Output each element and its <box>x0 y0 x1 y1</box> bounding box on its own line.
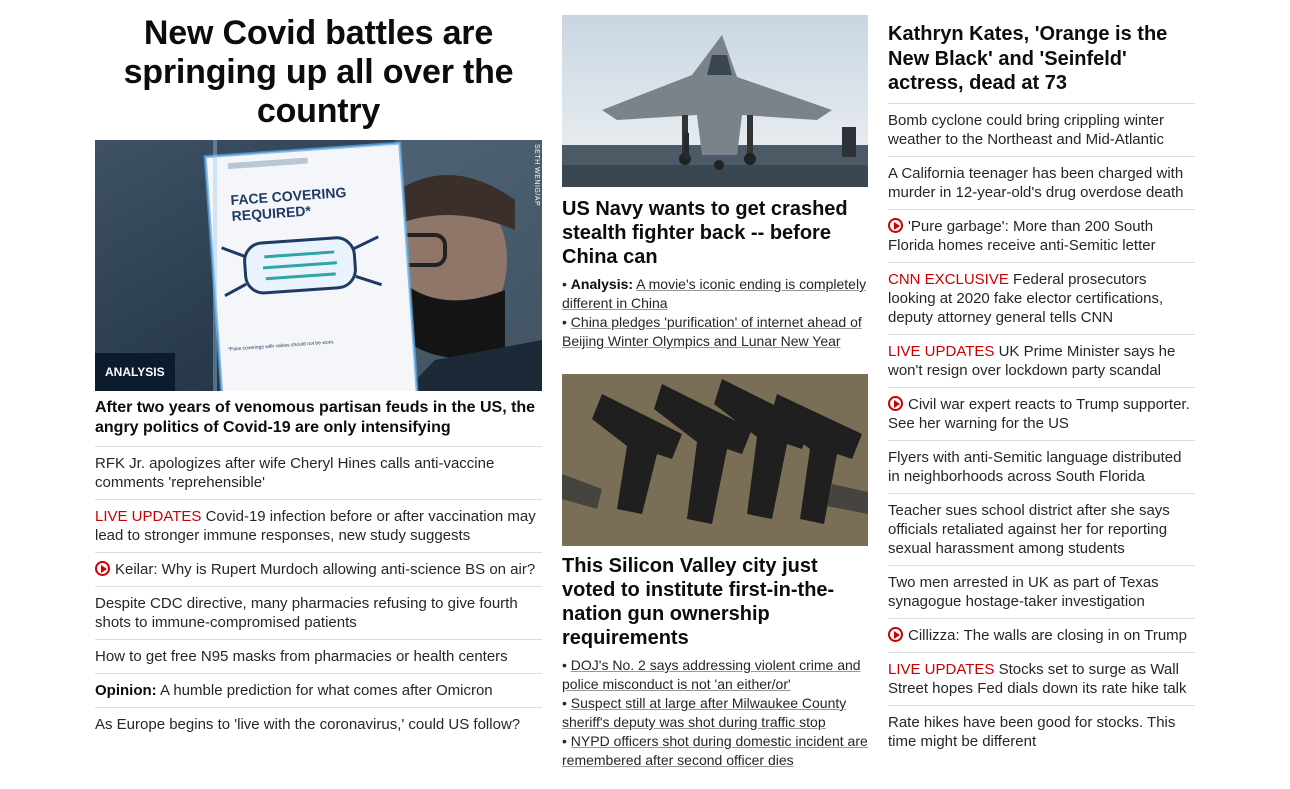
headline-list-item[interactable]: LIVE UPDATES Covid-19 infection before o… <box>95 500 542 553</box>
headline-list-item[interactable]: Despite CDC directive, many pharmacies r… <box>95 587 542 640</box>
headline-list-item[interactable]: Bomb cyclone could bring crippling winte… <box>888 104 1195 157</box>
related-link-text: NYPD officers shot during domestic incid… <box>562 733 868 768</box>
headline-list-item[interactable]: A California teenager has been charged w… <box>888 157 1195 210</box>
headline-list-item[interactable]: As Europe begins to 'live with the coron… <box>95 708 542 741</box>
bullet: • <box>562 733 567 749</box>
navy-story-sublinks: • Analysis: A movie's iconic ending is c… <box>562 275 868 351</box>
headline-text: RFK Jr. apologizes after wife Cheryl Hin… <box>95 455 495 491</box>
live-label: CNN EXCLUSIVE <box>888 270 1009 288</box>
headline-text: How to get free N95 masks from pharmacie… <box>95 648 508 665</box>
related-link[interactable]: • China pledges 'purification' of intern… <box>562 313 868 351</box>
headline-text: 'Pure garbage': More than 200 South Flor… <box>888 217 1156 254</box>
headline-list-item[interactable]: RFK Jr. apologizes after wife Cheryl Hin… <box>95 447 542 500</box>
headline-text: Two men arrested in UK as part of Texas … <box>888 573 1159 610</box>
col1-headline-list: RFK Jr. apologizes after wife Cheryl Hin… <box>95 447 542 741</box>
play-video-icon <box>95 561 110 576</box>
headline-list-item[interactable]: Two men arrested in UK as part of Texas … <box>888 566 1195 619</box>
headline-text: As Europe begins to 'live with the coron… <box>95 716 521 733</box>
play-video-icon <box>888 395 903 411</box>
lead-headline[interactable]: New Covid battles are springing up all o… <box>95 14 542 131</box>
headline-text: Despite CDC directive, many pharmacies r… <box>95 595 518 631</box>
related-link-text: DOJ's No. 2 says addressing violent crim… <box>562 657 861 692</box>
right-column: Kathryn Kates, 'Orange is the New Black'… <box>888 0 1195 758</box>
headline-list-item[interactable]: How to get free N95 masks from pharmacie… <box>95 640 542 674</box>
gun-story-headline[interactable]: This Silicon Valley city just voted to i… <box>562 554 868 650</box>
lead-column: New Covid battles are springing up all o… <box>95 0 542 741</box>
live-label: LIVE UPDATES <box>888 342 995 360</box>
headline-text: Rate hikes have been good for stocks. Th… <box>888 713 1176 750</box>
analysis-badge: ANALYSIS <box>95 353 175 391</box>
related-link[interactable]: • Suspect still at large after Milwaukee… <box>562 694 868 732</box>
play-video-icon <box>888 217 903 233</box>
middle-column: US Navy wants to get crashed stealth fig… <box>562 0 868 770</box>
live-label: LIVE UPDATES <box>95 508 202 525</box>
play-video-icon <box>888 626 903 642</box>
photo-credit: SETH WENIG/AP <box>533 144 540 207</box>
headline-text: A humble prediction for what comes after… <box>160 682 493 699</box>
headline-text: Civil war expert reacts to Trump support… <box>888 395 1190 432</box>
bullet: • <box>562 695 567 711</box>
guns-image[interactable] <box>562 374 868 546</box>
fighter-jet-image[interactable] <box>562 15 868 187</box>
headline-text: Flyers with anti-Semitic language distri… <box>888 448 1182 485</box>
headline-list-item[interactable]: Opinion: A humble prediction for what co… <box>95 674 542 708</box>
kathryn-kates-headline[interactable]: Kathryn Kates, 'Orange is the New Black'… <box>888 22 1195 104</box>
col3-headline-list: Bomb cyclone could bring crippling winte… <box>888 104 1195 758</box>
headline-list-item[interactable]: Teacher sues school district after she s… <box>888 494 1195 566</box>
navy-story-headline[interactable]: US Navy wants to get crashed stealth fig… <box>562 197 868 269</box>
headline-list-item[interactable]: Flyers with anti-Semitic language distri… <box>888 441 1195 494</box>
headline-list-item[interactable]: 'Pure garbage': More than 200 South Flor… <box>888 210 1195 263</box>
headline-text: Keilar: Why is Rupert Murdoch allowing a… <box>115 561 536 578</box>
headline-list-item[interactable]: Rate hikes have been good for stocks. Th… <box>888 706 1195 758</box>
fighter-jet-photo <box>562 15 868 187</box>
headline-text: Bomb cyclone could bring crippling winte… <box>888 111 1164 148</box>
gun-story-sublinks: • DOJ's No. 2 says addressing violent cr… <box>562 656 868 770</box>
headline-list-item[interactable]: CNN EXCLUSIVE Federal prosecutors lookin… <box>888 263 1195 335</box>
headline-list-item[interactable]: LIVE UPDATES UK Prime Minister says he w… <box>888 335 1195 388</box>
analysis-label: Analysis: <box>570 276 634 292</box>
headline-text: A California teenager has been charged w… <box>888 164 1184 201</box>
related-link[interactable]: • Analysis: A movie's iconic ending is c… <box>562 275 868 313</box>
headline-list-item[interactable]: Civil war expert reacts to Trump support… <box>888 388 1195 441</box>
related-link[interactable]: • NYPD officers shot during domestic inc… <box>562 732 868 770</box>
bullet: • <box>562 657 567 673</box>
hero-image[interactable]: FACE COVERING REQUIRED* *Face coverings … <box>95 140 542 391</box>
headline-list-item[interactable]: Cillizza: The walls are closing in on Tr… <box>888 619 1195 653</box>
headline-list-item[interactable]: LIVE UPDATES Stocks set to surge as Wall… <box>888 653 1195 706</box>
hero-caption-link[interactable]: After two years of venomous partisan feu… <box>95 398 542 447</box>
headline-text: Cillizza: The walls are closing in on Tr… <box>908 626 1188 644</box>
headline-list-item[interactable]: Keilar: Why is Rupert Murdoch allowing a… <box>95 553 542 587</box>
related-link[interactable]: • DOJ's No. 2 says addressing violent cr… <box>562 656 868 694</box>
live-label: LIVE UPDATES <box>888 660 995 678</box>
related-link-text: China pledges 'purification' of internet… <box>562 314 862 349</box>
bullet: • <box>562 276 567 292</box>
related-link-text: Suspect still at large after Milwaukee C… <box>562 695 847 730</box>
bullet: • <box>562 314 567 330</box>
headline-text: Teacher sues school district after she s… <box>888 501 1170 557</box>
handguns-photo <box>562 374 868 546</box>
opinion-label: Opinion: <box>95 682 157 699</box>
